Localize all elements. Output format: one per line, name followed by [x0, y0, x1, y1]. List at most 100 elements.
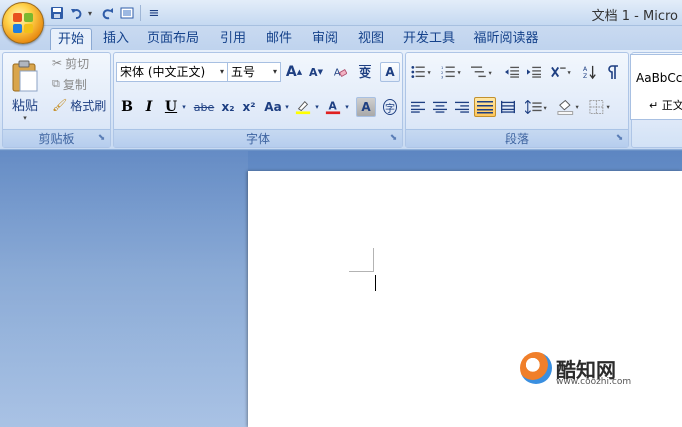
highlight-button[interactable] [292, 97, 314, 117]
format-painter-label: 格式刷 [70, 98, 107, 113]
redo-icon[interactable] [98, 4, 116, 22]
increase-indent-button[interactable] [524, 62, 544, 82]
bullets-icon: ▾ [411, 66, 432, 78]
borders-button[interactable]: ▾ [586, 97, 616, 117]
show-hide-marks-button[interactable] [604, 62, 624, 82]
undo-dropdown-icon[interactable]: ▾ [88, 9, 96, 18]
numbering-icon: 123 ▾ [441, 66, 462, 79]
font-size-select[interactable]: 五号 ▾ [227, 62, 281, 82]
paragraph-launcher-icon[interactable]: ⬊ [614, 133, 625, 144]
window-title: 文档 1 - Micro [591, 9, 678, 24]
margin-corner-mark-vertical [373, 248, 374, 272]
italic-button[interactable]: I [140, 97, 158, 117]
font-group-label: 字体 [114, 129, 402, 147]
distributed-button[interactable] [498, 97, 518, 117]
strikethrough-button[interactable]: abe [191, 97, 217, 117]
multilevel-list-icon: ▾ [471, 66, 493, 78]
align-right-button[interactable] [452, 97, 472, 117]
line-spacing-button[interactable]: ▾ [522, 97, 552, 117]
decrease-indent-button[interactable] [502, 62, 522, 82]
font-color-button[interactable]: A [322, 97, 344, 117]
grow-font-button[interactable]: A ▲ [284, 62, 304, 82]
customize-qat-icon[interactable]: ≡ [145, 4, 163, 22]
clipboard-launcher-icon[interactable]: ⬊ [96, 133, 107, 144]
shrink-font-button[interactable]: A ▼ [306, 62, 326, 82]
svg-text:1: 1 [441, 66, 443, 70]
distributed-icon [501, 100, 515, 114]
font-launcher-icon[interactable]: ⬊ [388, 133, 399, 144]
superscript-button[interactable]: x² [239, 97, 259, 117]
bold-button[interactable]: B [118, 97, 136, 117]
cut-button[interactable]: ✂ 剪切 [49, 53, 92, 73]
format-painter-button[interactable]: 🖌 格式刷 [49, 95, 109, 115]
character-shading-button[interactable]: A [356, 97, 376, 117]
document-page[interactable] [248, 171, 682, 427]
brush-icon: 🖌 [52, 98, 68, 112]
scissors-icon: ✂ [52, 56, 63, 70]
clear-formatting-button[interactable]: A [330, 62, 350, 82]
grow-font-icon: A [285, 64, 297, 80]
chinese-layout-icon: ▾ [551, 66, 572, 78]
enclose-characters-button[interactable]: 字 [380, 97, 400, 117]
align-center-icon [433, 101, 447, 113]
tab-developer[interactable]: 开发工具 [398, 28, 460, 50]
undo-icon[interactable] [68, 4, 86, 22]
svg-text:▾: ▾ [607, 103, 611, 111]
print-preview-icon[interactable] [118, 4, 136, 22]
paragraph-group: ▾ 1 2 3 ▾ ▾ ▾ AZ ▾ ▾ ▾ 段落 ⬊ [405, 52, 629, 148]
tab-insert[interactable]: 插入 [96, 28, 136, 50]
font-name-dropdown-icon: ▾ [219, 67, 224, 76]
svg-text:A: A [583, 66, 588, 73]
save-icon[interactable] [48, 4, 66, 22]
paste-icon [12, 60, 38, 91]
office-logo-icon [13, 13, 35, 35]
copy-button[interactable]: ⧉ 复制 [49, 74, 90, 94]
font-size-value: 五号 [231, 65, 256, 79]
phonetic-guide-button[interactable]: 变 [354, 62, 376, 82]
tab-home[interactable]: 开始 [50, 28, 92, 50]
character-border-button[interactable]: A [380, 62, 400, 82]
grow-arrow-icon: ▲ [296, 68, 303, 76]
justify-button[interactable] [474, 97, 496, 117]
tab-foxit-reader[interactable]: 福昕阅读器 [466, 28, 546, 50]
numbering-button[interactable]: 1 2 3 ▾ [438, 62, 466, 82]
svg-text:▾: ▾ [458, 69, 462, 77]
watermark-url: www.coozhi.com [556, 377, 632, 387]
tab-references[interactable]: 引用 [212, 28, 254, 50]
sort-button[interactable]: AZ [580, 62, 600, 82]
clear-formatting-icon: A [334, 68, 347, 79]
align-left-button[interactable] [408, 97, 428, 117]
underline-button[interactable]: U [162, 97, 180, 117]
shading-button[interactable]: ▾ [554, 97, 584, 117]
tab-mailings[interactable]: 邮件 [258, 28, 300, 50]
underline-dropdown-icon[interactable]: ▾ [180, 97, 188, 117]
svg-text:3: 3 [441, 75, 444, 79]
chinese-layout-button[interactable]: ▾ [548, 62, 576, 82]
tab-review[interactable]: 审阅 [304, 28, 346, 50]
decrease-indent-icon [505, 66, 519, 78]
font-color-dropdown-icon[interactable]: ▾ [343, 97, 351, 117]
character-border-icon: A [385, 65, 395, 79]
paste-button[interactable]: 粘贴 ▾ [7, 55, 43, 125]
svg-text:▾: ▾ [428, 69, 432, 77]
bullets-button[interactable]: ▾ [408, 62, 436, 82]
align-center-button[interactable] [430, 97, 450, 117]
tab-view[interactable]: 视图 [350, 28, 392, 50]
font-size-dropdown-icon: ▾ [272, 67, 277, 76]
tab-page-layout[interactable]: 页面布局 [141, 28, 205, 50]
office-button[interactable] [2, 2, 44, 44]
svg-text:A: A [329, 100, 338, 113]
style-name-label: ↵ 正文 [649, 99, 682, 112]
subscript-button[interactable]: x₂ [218, 97, 238, 117]
highlight-dropdown-icon[interactable]: ▾ [313, 97, 321, 117]
coozhi-logo-icon [520, 352, 552, 384]
change-case-dropdown-icon[interactable]: ▾ [283, 97, 291, 117]
change-case-button[interactable]: Aa [261, 97, 285, 117]
style-normal-tile[interactable]: AaBbCc ↵ 正文 [630, 54, 682, 120]
font-name-select[interactable]: 宋体 (中文正文) ▾ [116, 62, 228, 82]
multilevel-list-button[interactable]: ▾ [468, 62, 498, 82]
highlighter-icon [295, 101, 311, 115]
style-sample-text: AaBbCc [636, 71, 682, 85]
font-name-value: 宋体 (中文正文) [120, 65, 206, 79]
workspace-shade [0, 151, 248, 427]
